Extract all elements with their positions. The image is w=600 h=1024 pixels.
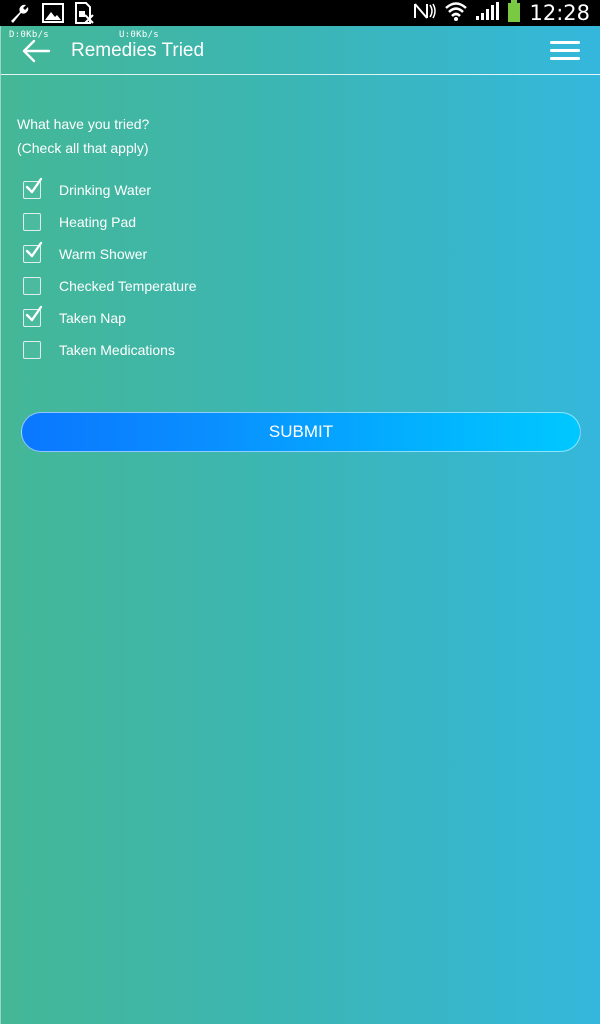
signal-icon [475, 1, 500, 26]
status-right-icons: 12:28 [413, 0, 590, 26]
checkbox[interactable] [23, 277, 41, 295]
checkmark-icon [25, 305, 43, 322]
option-label: Taken Medications [59, 342, 175, 358]
option-label: Heating Pad [59, 214, 137, 230]
battery-icon [507, 0, 521, 27]
option-taken-nap[interactable]: Taken Nap [23, 302, 196, 334]
wrench-icon [8, 2, 32, 29]
prompt-instruction: (Check all that apply) [17, 140, 149, 156]
wifi-icon [445, 1, 468, 26]
image-icon [42, 3, 64, 28]
checkbox[interactable] [23, 213, 41, 231]
app-screen: D:0Kb/s U:0Kb/s Remedies Tried What have… [0, 26, 600, 1024]
checkbox[interactable] [23, 305, 43, 327]
option-heating-pad[interactable]: Heating Pad [23, 206, 196, 238]
checkmark-icon [25, 241, 43, 258]
option-checked-temperature[interactable]: Checked Temperature [23, 270, 196, 302]
submit-button[interactable]: SUBMIT [21, 412, 581, 452]
checkbox[interactable] [23, 341, 41, 359]
option-drinking-water[interactable]: Drinking Water [23, 174, 196, 206]
page-title: Remedies Tried [71, 40, 205, 61]
back-button[interactable] [21, 38, 51, 64]
hamburger-menu-icon [550, 41, 582, 60]
status-clock: 12:28 [529, 1, 590, 25]
option-label: Taken Nap [59, 310, 126, 326]
net-upload-speed: U:0Kb/s [119, 30, 160, 40]
question-prompt: What have you tried? (Check all that app… [17, 112, 149, 160]
back-arrow-icon [22, 39, 51, 63]
checkbox[interactable] [23, 177, 43, 199]
option-label: Drinking Water [59, 182, 152, 198]
checkbox[interactable] [23, 241, 43, 263]
menu-button[interactable] [550, 38, 582, 64]
status-bar: 12:28 [0, 0, 600, 26]
prompt-question: What have you tried? [17, 116, 150, 132]
checkmark-icon [25, 177, 43, 194]
option-label: Warm Shower [59, 246, 148, 262]
app-bar: D:0Kb/s U:0Kb/s Remedies Tried [1, 26, 600, 75]
option-warm-shower[interactable]: Warm Shower [23, 238, 196, 270]
remedy-options-list: Drinking Water Heating Pad Warm Shower C… [23, 174, 196, 366]
option-label: Checked Temperature [59, 278, 197, 294]
nfc-icon [413, 1, 437, 26]
status-left-icons [8, 2, 94, 29]
option-taken-medications[interactable]: Taken Medications [23, 334, 196, 366]
no-sim-icon [74, 2, 94, 29]
